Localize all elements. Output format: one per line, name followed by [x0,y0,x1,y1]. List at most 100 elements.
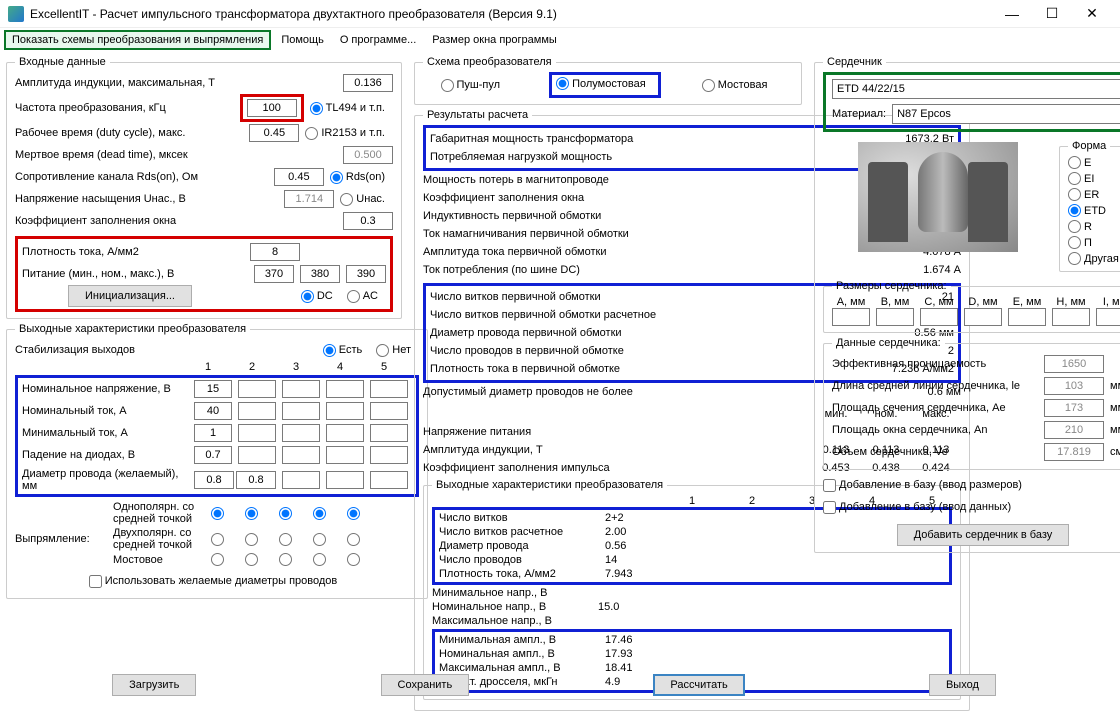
inputs-group: Входные данные Амплитуда индукции, макси… [6,56,402,319]
rds-input[interactable] [274,168,324,186]
nomv-5[interactable] [370,380,408,398]
drop-label: Падение на диодах, В [22,449,192,461]
wired-0[interactable] [194,471,234,489]
minc-1[interactable] [194,424,232,442]
an-input[interactable] [1044,421,1104,439]
min-cur-label: Минимальный ток, А [22,427,192,439]
calc-button[interactable]: Рассчитать [653,674,744,696]
unas-label: Напряжение насыщения Uнас., В [15,193,278,205]
freq-input[interactable] [247,99,297,117]
rect1-r1[interactable] [211,507,224,520]
chk-add-sizes[interactable]: Добавление в базу (ввод размеров) [823,479,1022,492]
supply-min[interactable] [254,265,294,283]
menu-schemes[interactable]: Показать схемы преобразования и выпрямле… [4,30,271,50]
rect1-r3[interactable] [279,507,292,520]
amp-induction-input[interactable] [343,74,393,92]
nom-cur-label: Номинальный ток, А [22,405,192,417]
rad-stab-yes[interactable]: Есть [323,344,362,357]
results-legend: Результаты расчета [423,109,532,121]
output-legend: Выходные характеристики преобразователя [15,323,250,335]
stab-label: Стабилизация выходов [15,344,317,356]
rect1-r5[interactable] [347,507,360,520]
dim-e[interactable] [1008,308,1046,326]
rad-halfbridge[interactable]: Полумостовая [556,77,646,90]
core-select[interactable]: ETD 44/22/15▾ [832,79,1120,99]
unas-input[interactable] [284,190,334,208]
app-icon [8,6,24,22]
core-group: Сердечник ETD 44/22/15▾ Материал: N87 Ep… [814,56,1120,553]
rad-tl494[interactable]: TL494 и т.п. [310,102,385,115]
rad-rdson[interactable]: Rds(on) [330,171,385,184]
kwin-input[interactable] [343,212,393,230]
nomv-4[interactable] [326,380,364,398]
ae-input[interactable] [1044,399,1104,417]
add-core-button[interactable]: Добавить сердечник в базу [897,524,1070,546]
form-r[interactable]: R [1068,220,1120,233]
rect3-label: Мостовое [113,554,203,566]
material-label: Материал: [832,108,886,120]
kwin-label: Коэффициент заполнения окна [15,215,337,227]
core-legend: Сердечник [823,56,886,68]
output-group: Выходные характеристики преобразователя … [6,323,428,599]
save-button[interactable]: Сохранить [381,674,470,696]
drop-1[interactable] [194,446,232,464]
dim-c[interactable] [920,308,958,326]
form-p[interactable]: П [1068,236,1120,249]
ve-input[interactable] [1044,443,1104,461]
rect1-r4[interactable] [313,507,326,520]
nomc-1[interactable] [194,402,232,420]
rect-label: Выпрямление: [15,533,105,545]
nomv-3[interactable] [282,380,320,398]
dim-b[interactable] [876,308,914,326]
form-e[interactable]: E [1068,156,1120,169]
rad-unas[interactable]: Uнас. [340,193,385,206]
wish-check[interactable]: Использовать желаемые диаметры проводов [89,575,338,588]
nom-volt-label: Номинальное напряжение, В [22,383,192,395]
rad-ac[interactable]: AC [347,290,378,303]
le-input[interactable] [1044,377,1104,395]
rad-dc[interactable]: DC [301,290,333,303]
menu-about[interactable]: О программе... [334,32,422,48]
material-select[interactable]: N87 Epcos▾ [892,104,1120,124]
jcur-input[interactable] [250,243,300,261]
rect2-label: Двухполярн. со средней точкой [113,527,203,551]
dead-label: Мертвое время (dead time), мксек [15,149,337,161]
init-button[interactable]: Инициализация... [68,285,192,307]
dim-d[interactable] [964,308,1002,326]
dim-a[interactable] [832,308,870,326]
supply-max[interactable] [346,265,386,283]
close-button[interactable]: ✕ [1072,2,1112,26]
supply-label: Питание (мин., ном., макс.), В [22,268,248,280]
menubar: Показать схемы преобразования и выпрямле… [0,28,1120,52]
rad-stab-no[interactable]: Нет [376,344,411,357]
rad-bridge[interactable]: Мостовая [702,79,768,92]
dim-i[interactable] [1096,308,1120,326]
wired-1[interactable] [236,471,276,489]
form-er[interactable]: ER [1068,188,1120,201]
menu-winsize[interactable]: Размер окна программы [426,32,563,48]
maximize-button[interactable]: ☐ [1032,2,1072,26]
dead-input[interactable] [343,146,393,164]
exit-button[interactable]: Выход [929,674,996,696]
load-button[interactable]: Загрузить [112,674,196,696]
rect1-r2[interactable] [245,507,258,520]
nomv-1[interactable] [194,380,232,398]
amp-induction-label: Амплитуда индукции, максимальная, Т [15,77,337,89]
scheme-legend: Схема преобразователя [423,56,556,68]
rad-ir2153[interactable]: IR2153 и т.п. [305,127,385,140]
form-etd[interactable]: ETD [1068,204,1120,217]
perm-input[interactable] [1044,355,1104,373]
duty-label: Рабочее время (duty cycle), макс. [15,127,243,139]
rad-pushpull[interactable]: Пуш-пул [441,79,501,92]
rect1-label: Однополярн. со средней точкой [113,501,203,525]
form-ei[interactable]: EI [1068,172,1120,185]
menu-help[interactable]: Помощь [275,32,330,48]
form-other[interactable]: Другая [1068,252,1120,265]
nomv-2[interactable] [238,380,276,398]
dim-h[interactable] [1052,308,1090,326]
chk-add-data[interactable]: Добавление в базу (ввод данных) [823,501,1011,514]
jcur-label: Плотность тока, А/мм2 [22,246,244,258]
supply-nom[interactable] [300,265,340,283]
duty-input[interactable] [249,124,299,142]
minimize-button[interactable]: — [992,2,1032,26]
